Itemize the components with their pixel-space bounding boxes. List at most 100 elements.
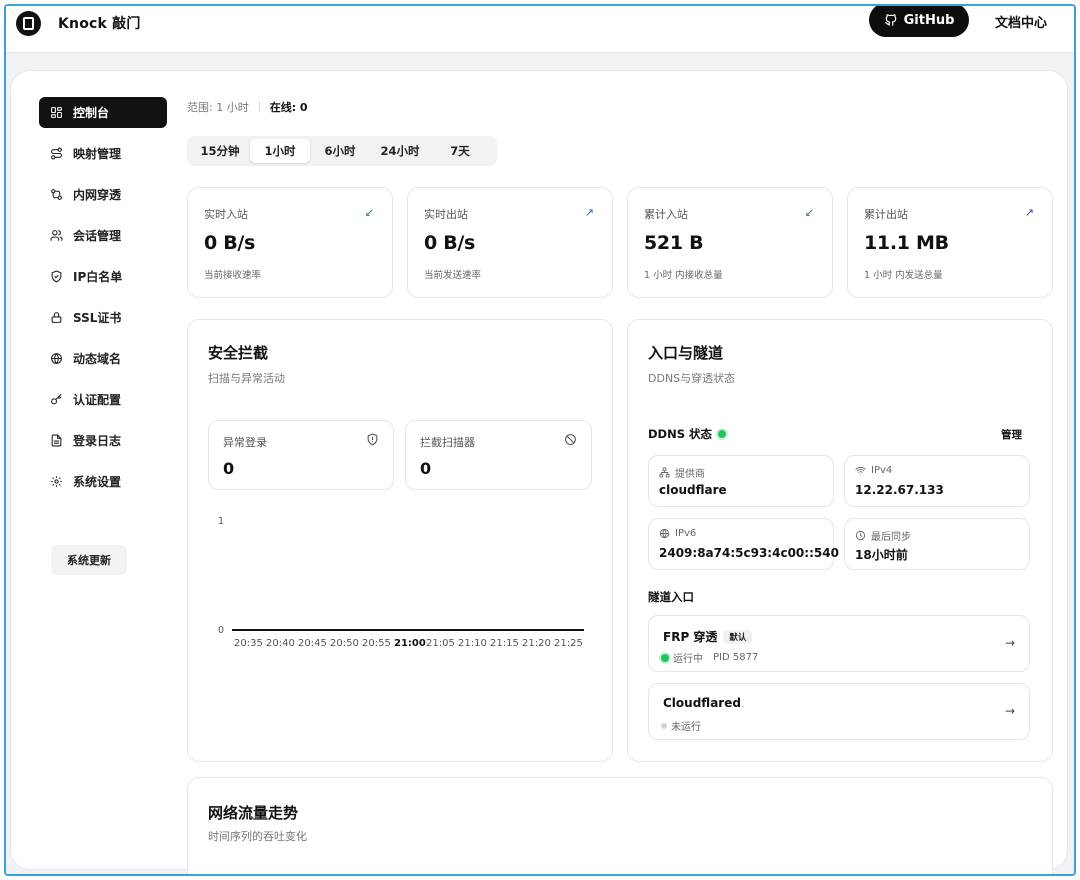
arrow-up-right-icon: ↗ — [584, 206, 594, 219]
ipv4-label: IPv4 — [871, 465, 893, 476]
traffic-trend-card: 网络流量走势 时间序列的吞吐变化 — [187, 777, 1053, 874]
stat-sub: 1 小时 内发送总量 — [864, 270, 943, 281]
sidebar-item-ssl[interactable]: SSL证书 — [39, 302, 167, 333]
stat-label: 累计入站 — [644, 208, 688, 221]
sidebar-item-console[interactable]: 控制台 — [39, 97, 167, 128]
online-text: 在线: 0 — [269, 101, 308, 114]
sidebar-item-login-log[interactable]: 登录日志 — [39, 425, 167, 456]
ipv6-label: IPv6 — [675, 528, 697, 539]
x-tick-label: 21:25 — [554, 638, 583, 649]
arrow-right-icon: → — [1004, 704, 1015, 718]
sidebar-item-label: 系统设置 — [73, 475, 122, 489]
tunnel-status: 运行中 — [673, 654, 703, 665]
entry-subtitle: DDNS与穿透状态 — [648, 372, 736, 385]
sidebar-item-ddns[interactable]: 动态域名 — [39, 343, 167, 374]
ddns-ipv6: IPv6 2409:8a74:5c93:4c00::540 — [648, 518, 839, 570]
network-icon — [659, 467, 670, 478]
range-text: 范围: 1 小时 — [187, 101, 249, 114]
x-tick-label: 21:15 — [490, 638, 519, 649]
x-tick-label: 21:20 — [522, 638, 551, 649]
stat-sub: 当前发送速率 — [424, 270, 482, 281]
stat-card-realtime-in: 实时入站 ↙ 0 B/s 当前接收速率 — [187, 187, 393, 298]
ddns-last-sync: 最后同步 18小时前 — [844, 518, 1030, 570]
tab-1h[interactable]: 1小时 — [250, 139, 310, 163]
sidebar-item-label: 内网穿透 — [73, 188, 122, 202]
traffic-line-chart — [232, 629, 584, 631]
tab-6h[interactable]: 6小时 — [310, 139, 370, 163]
x-tick-label: 20:50 — [330, 638, 359, 649]
clock-icon — [855, 530, 866, 541]
main-panel: 控制台 映射管理 内网穿透 会话管理 IP白名单 SSL证书 动态域名 认证配置… — [10, 70, 1068, 874]
stat-card-total-out: 累计出站 ↗ 11.1 MB 1 小时 内发送总量 — [847, 187, 1053, 298]
tab-15min[interactable]: 15分钟 — [190, 139, 250, 163]
default-badge: 默认 — [723, 630, 753, 644]
tab-7d[interactable]: 7天 — [430, 139, 490, 163]
app-window: Knock 敲门 GitHub 文档中心 控制台 映射管理 内网穿透 会话管理 … — [4, 4, 1076, 876]
ddns-status-dot — [718, 430, 727, 438]
shield-check-icon — [49, 270, 63, 284]
status-dot — [661, 653, 669, 662]
sidebar-item-label: 控制台 — [73, 106, 110, 120]
stat-sub: 1 小时 内接收总量 — [644, 270, 723, 281]
ddns-provider: 提供商 cloudflare — [648, 455, 834, 507]
tunnel-entry-label: 隧道入口 — [648, 590, 694, 604]
logo-icon — [16, 11, 41, 36]
security-card: 安全拦截 扫描与异常活动 异常登录 0 拦截扫描器 0 1 0 20:35 20:… — [187, 319, 613, 762]
users-icon — [49, 229, 63, 243]
gear-icon — [49, 475, 63, 489]
github-button[interactable]: GitHub — [869, 6, 969, 37]
sidebar-item-label: 动态域名 — [73, 352, 122, 366]
docs-link[interactable]: 文档中心 — [995, 12, 1047, 31]
last-sync-label: 最后同步 — [871, 532, 911, 543]
tab-24h[interactable]: 24小时 — [370, 139, 430, 163]
brand-title: Knock 敲门 — [58, 16, 141, 32]
entry-title: 入口与隧道 — [648, 344, 724, 362]
stat-card-total-in: 累计入站 ↙ 521 B 1 小时 内接收总量 — [627, 187, 833, 298]
sidebar-item-ip-whitelist[interactable]: IP白名单 — [39, 261, 167, 292]
system-update-button[interactable]: 系统更新 — [51, 545, 127, 575]
ddns-ipv4: IPv4 12.22.67.133 — [844, 455, 1030, 507]
tunnel-item-frp[interactable]: FRP 穿透 默认 运行中 PID 5877 → — [648, 615, 1030, 672]
top-bar: Knock 敲门 GitHub 文档中心 — [6, 6, 1074, 53]
x-tick-label: 21:10 — [458, 638, 487, 649]
stat-label: 实时出站 — [424, 208, 468, 221]
tunnel-item-cloudflared[interactable]: Cloudflared 未运行 → — [648, 683, 1030, 740]
sidebar-item-auth[interactable]: 认证配置 — [39, 384, 167, 415]
x-tick-label: 21:00 — [394, 638, 426, 649]
x-tick-label: 20:45 — [298, 638, 327, 649]
stat-value: 0 B/s — [204, 232, 256, 254]
x-tick-label: 20:55 — [362, 638, 391, 649]
file-text-icon — [49, 434, 63, 448]
sidebar-item-mapping[interactable]: 映射管理 — [39, 138, 167, 169]
github-icon — [884, 14, 896, 26]
provider-value: cloudflare — [659, 483, 727, 497]
key-icon — [49, 393, 63, 407]
ipv4-value: 12.22.67.133 — [855, 483, 944, 497]
arrow-right-icon: → — [1004, 636, 1015, 650]
stat-label: 累计出站 — [864, 208, 908, 221]
globe-icon — [49, 352, 63, 366]
provider-label: 提供商 — [675, 469, 705, 480]
sidebar-item-label: 认证配置 — [73, 393, 122, 407]
wifi-icon — [855, 466, 866, 475]
x-tick-label: 20:40 — [266, 638, 295, 649]
ddns-manage-link[interactable]: 管理 — [1001, 427, 1022, 442]
stat-value: 11.1 MB — [864, 232, 949, 254]
globe-icon — [659, 528, 670, 539]
traffic-subtitle: 时间序列的吞吐变化 — [208, 830, 307, 843]
sidebar-item-settings[interactable]: 系统设置 — [39, 466, 167, 497]
stat-sub: 当前接收速率 — [204, 270, 262, 281]
arrow-down-left-icon: ↙ — [804, 206, 814, 219]
sidebar-item-label: SSL证书 — [73, 311, 122, 325]
lock-icon — [49, 311, 63, 325]
arrow-up-right-icon: ↗ — [1024, 206, 1034, 219]
traffic-title: 网络流量走势 — [208, 804, 299, 822]
sidebar-item-label: IP白名单 — [73, 270, 123, 284]
sidebar-item-tunnel[interactable]: 内网穿透 — [39, 179, 167, 210]
sidebar-item-sessions[interactable]: 会话管理 — [39, 220, 167, 251]
stat-value: 0 B/s — [424, 232, 476, 254]
tunnel-status: 未运行 — [671, 722, 701, 733]
stat-value: 521 B — [644, 232, 704, 254]
ddns-status: DDNS 状态 — [648, 426, 727, 442]
tunnel-name: FRP 穿透 — [663, 630, 718, 644]
